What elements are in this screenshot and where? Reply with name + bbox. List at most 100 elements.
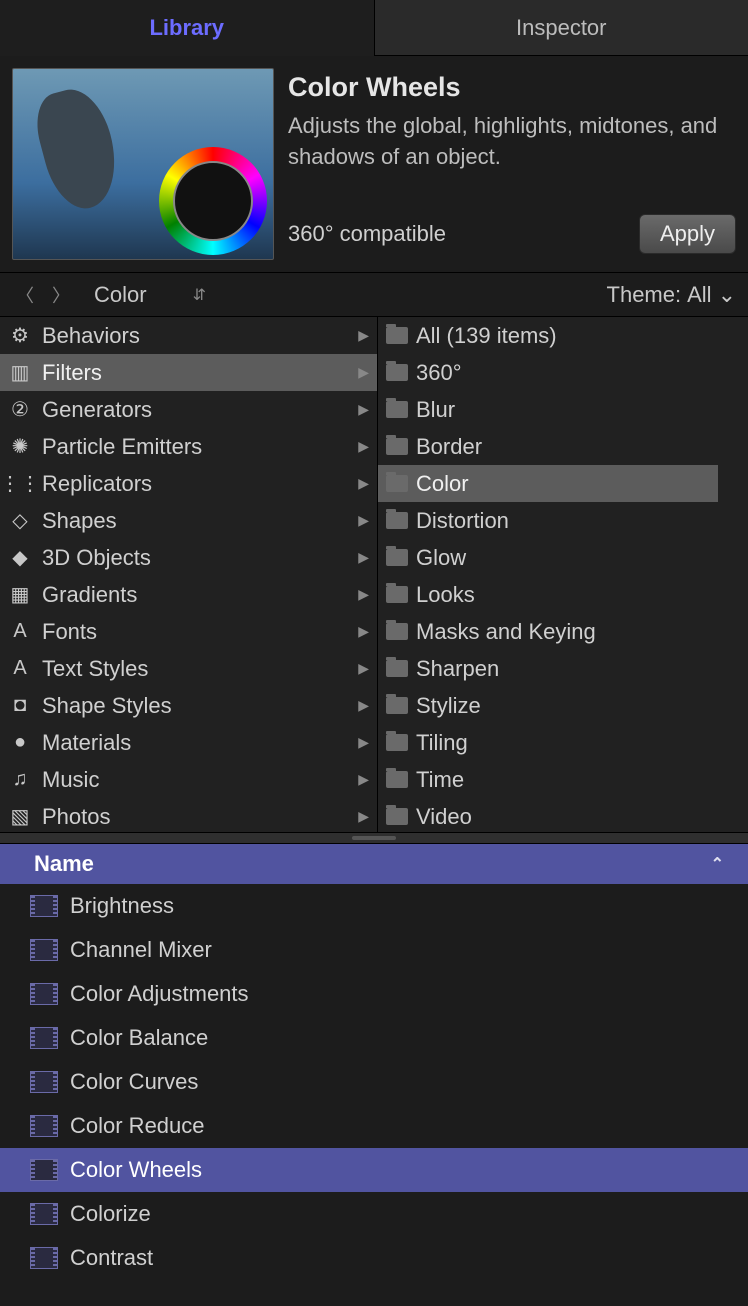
tab-library[interactable]: Library: [0, 0, 375, 56]
folder-icon: [386, 475, 408, 492]
subcategory-row-tiling[interactable]: Tiling: [378, 724, 718, 761]
thumbnail-art: [29, 82, 128, 216]
browser-columns: ⚙︎Behaviors▶▥Filters▶②Generators▶✺Partic…: [0, 316, 748, 832]
category-icon: ▦: [6, 581, 34, 609]
category-label: Particle Emitters: [42, 434, 350, 460]
subcategory-label: Glow: [416, 545, 466, 571]
category-row-generators[interactable]: ②Generators▶: [0, 391, 377, 428]
category-icon: ●: [6, 729, 34, 757]
category-icon: A: [6, 618, 34, 646]
category-label: 3D Objects: [42, 545, 350, 571]
breadcrumb-sort-icon[interactable]: ⇵: [193, 285, 206, 305]
preview-panel: Color Wheels Adjusts the global, highlig…: [0, 56, 748, 272]
chevron-right-icon: ▶: [358, 623, 369, 640]
category-row-behaviors[interactable]: ⚙︎Behaviors▶: [0, 317, 377, 354]
category-label: Text Styles: [42, 656, 350, 682]
category-icon: ◘: [6, 692, 34, 720]
subcategory-label: Distortion: [416, 508, 509, 534]
subcategory-row-blur[interactable]: Blur: [378, 391, 718, 428]
category-row-shapes[interactable]: ◇Shapes▶: [0, 502, 377, 539]
chevron-right-icon: ▶: [358, 364, 369, 381]
splitter-handle[interactable]: [0, 832, 748, 844]
nav-forward-icon[interactable]: 〉: [48, 282, 74, 308]
subcategory-row-border[interactable]: Border: [378, 428, 718, 465]
category-label: Shapes: [42, 508, 350, 534]
category-label: Fonts: [42, 619, 350, 645]
subcategory-row-all-139-items-[interactable]: All (139 items): [378, 317, 718, 354]
list-header[interactable]: Name ⌃: [0, 844, 748, 884]
category-label: Filters: [42, 360, 350, 386]
subcategory-row-distortion[interactable]: Distortion: [378, 502, 718, 539]
subcategory-label: Border: [416, 434, 482, 460]
category-icon: A: [6, 655, 34, 683]
filter-item-color-wheels[interactable]: Color Wheels: [0, 1148, 748, 1192]
filter-item-color-reduce[interactable]: Color Reduce: [0, 1104, 748, 1148]
subcategory-label: 360°: [416, 360, 462, 386]
filter-icon: [30, 1159, 58, 1181]
category-row-3d-objects[interactable]: ◆3D Objects▶: [0, 539, 377, 576]
apply-button[interactable]: Apply: [639, 214, 736, 254]
filter-label: Color Reduce: [70, 1113, 205, 1139]
subcategory-column: All (139 items) 360° Blur Border Color Distor…: [378, 317, 748, 832]
chevron-right-icon: ▶: [358, 549, 369, 566]
subcategory-label: Video: [416, 804, 472, 830]
preview-thumbnail: [12, 68, 274, 260]
chevron-right-icon: ▶: [358, 512, 369, 529]
category-icon: ✺: [6, 433, 34, 461]
chevron-right-icon: ▶: [358, 660, 369, 677]
chevron-down-icon: ⌄: [718, 282, 736, 308]
filter-item-color-balance[interactable]: Color Balance: [0, 1016, 748, 1060]
category-label: Gradients: [42, 582, 350, 608]
chevron-right-icon: ▶: [358, 734, 369, 751]
filter-icon: [30, 983, 58, 1005]
category-row-particle-emitters[interactable]: ✺Particle Emitters▶: [0, 428, 377, 465]
breadcrumb[interactable]: Color: [94, 282, 147, 308]
category-row-photos[interactable]: ▧Photos▶: [0, 798, 377, 832]
category-row-fonts[interactable]: A Fonts ▶: [0, 613, 377, 650]
category-row-text-styles[interactable]: A Text Styles ▶: [0, 650, 377, 687]
folder-icon: [386, 734, 408, 751]
filter-icon: [30, 1027, 58, 1049]
subcategory-row-glow[interactable]: Glow: [378, 539, 718, 576]
subcategory-label: Time: [416, 767, 464, 793]
category-row-filters[interactable]: ▥Filters▶: [0, 354, 377, 391]
filter-item-channel-mixer[interactable]: Channel Mixer: [0, 928, 748, 972]
folder-icon: [386, 364, 408, 381]
subcategory-row-looks[interactable]: Looks: [378, 576, 718, 613]
nav-back-icon[interactable]: 〈: [12, 282, 38, 308]
subcategory-row-sharpen[interactable]: Sharpen: [378, 650, 718, 687]
filter-item-brightness[interactable]: Brightness: [0, 884, 748, 928]
subcategory-row-video[interactable]: Video: [378, 798, 718, 832]
filter-label: Color Curves: [70, 1069, 198, 1095]
category-row-music[interactable]: ♫Music▶: [0, 761, 377, 798]
folder-icon: [386, 512, 408, 529]
filter-label: Channel Mixer: [70, 937, 212, 963]
chevron-right-icon: ▶: [358, 697, 369, 714]
category-row-replicators[interactable]: ⋮⋮Replicators▶: [0, 465, 377, 502]
subcategory-label: Stylize: [416, 693, 481, 719]
category-label: Photos: [42, 804, 350, 830]
subcategory-row-color[interactable]: Color: [378, 465, 718, 502]
subcategory-row-masks-and-keying[interactable]: Masks and Keying: [378, 613, 718, 650]
category-row-materials[interactable]: ● Materials ▶: [0, 724, 377, 761]
theme-selector[interactable]: Theme: All ⌄: [607, 282, 736, 308]
subcategory-row-stylize[interactable]: Stylize: [378, 687, 718, 724]
category-icon: ②: [6, 396, 34, 424]
filter-item-colorize[interactable]: Colorize: [0, 1192, 748, 1236]
category-label: Behaviors: [42, 323, 350, 349]
subcategory-row-time[interactable]: Time: [378, 761, 718, 798]
filter-item-contrast[interactable]: Contrast: [0, 1236, 748, 1280]
category-row-shape-styles[interactable]: ◘Shape Styles▶: [0, 687, 377, 724]
filter-item-color-curves[interactable]: Color Curves: [0, 1060, 748, 1104]
sort-ascending-icon[interactable]: ⌃: [711, 854, 724, 874]
category-row-gradients[interactable]: ▦Gradients▶: [0, 576, 377, 613]
subcategory-row-360-[interactable]: 360°: [378, 354, 718, 391]
top-tabs: Library Inspector: [0, 0, 748, 56]
chevron-right-icon: ▶: [358, 771, 369, 788]
filter-item-color-adjustments[interactable]: Color Adjustments: [0, 972, 748, 1016]
chevron-right-icon: ▶: [358, 327, 369, 344]
category-label: Materials: [42, 730, 350, 756]
tab-inspector[interactable]: Inspector: [375, 0, 748, 56]
subcategory-label: Blur: [416, 397, 455, 423]
subcategory-label: Tiling: [416, 730, 468, 756]
